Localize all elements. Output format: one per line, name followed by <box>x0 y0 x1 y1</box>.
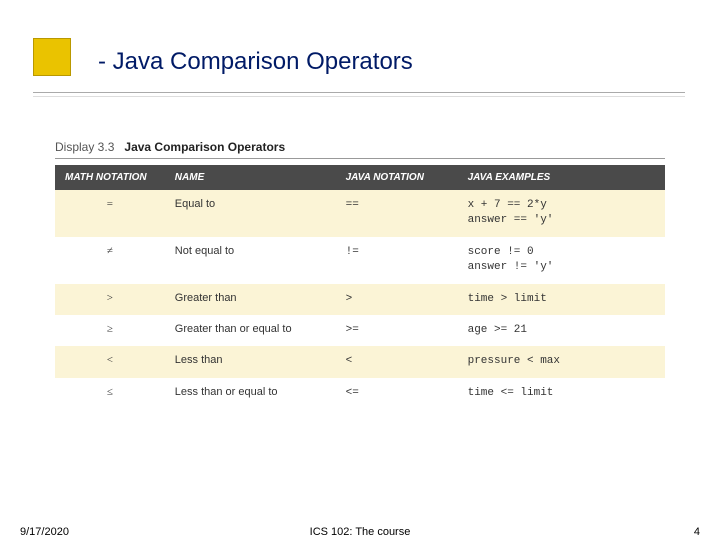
cell-java: != <box>336 237 458 284</box>
table-row: ≤ Less than or equal to <= time <= limit <box>55 378 665 409</box>
table-row: = Equal to == x + 7 == 2*y answer == 'y' <box>55 190 665 237</box>
caption-rule <box>55 158 665 159</box>
table-row: ≠ Not equal to != score != 0 answer != '… <box>55 237 665 284</box>
caption-prefix: Display 3.3 <box>55 140 114 154</box>
cell-java: < <box>336 346 458 377</box>
cell-example: pressure < max <box>458 346 665 377</box>
footer-page: 4 <box>694 526 700 538</box>
cell-example: age >= 21 <box>458 315 665 346</box>
cell-example: x + 7 == 2*y answer == 'y' <box>458 190 665 237</box>
cell-math: ≠ <box>55 237 165 284</box>
cell-java: <= <box>336 378 458 409</box>
figure-caption: Display 3.3 Java Comparison Operators <box>55 140 665 154</box>
cell-example: time > limit <box>458 284 665 315</box>
cell-name: Greater than <box>165 284 336 315</box>
cell-math: = <box>55 190 165 237</box>
header-examples: JAVA EXAMPLES <box>458 165 665 190</box>
accent-box <box>33 38 71 76</box>
table-row: < Less than < pressure < max <box>55 346 665 377</box>
cell-example: time <= limit <box>458 378 665 409</box>
cell-name: Equal to <box>165 190 336 237</box>
title-rule <box>33 92 685 93</box>
cell-example: score != 0 answer != 'y' <box>458 237 665 284</box>
operators-table: MATH NOTATION NAME JAVA NOTATION JAVA EX… <box>55 165 665 409</box>
footer-course: ICS 102: The course <box>0 526 720 538</box>
cell-math: ≤ <box>55 378 165 409</box>
cell-java: >= <box>336 315 458 346</box>
table-row: ≥ Greater than or equal to >= age >= 21 <box>55 315 665 346</box>
caption-title: Java Comparison Operators <box>124 140 285 154</box>
cell-java: > <box>336 284 458 315</box>
cell-java: == <box>336 190 458 237</box>
cell-name: Greater than or equal to <box>165 315 336 346</box>
title-rule-shadow <box>33 96 685 97</box>
cell-name: Less than <box>165 346 336 377</box>
slide-title: - Java Comparison Operators <box>98 48 413 76</box>
header-name: NAME <box>165 165 336 190</box>
table-row: > Greater than > time > limit <box>55 284 665 315</box>
cell-name: Not equal to <box>165 237 336 284</box>
cell-math: > <box>55 284 165 315</box>
table-header-row: MATH NOTATION NAME JAVA NOTATION JAVA EX… <box>55 165 665 190</box>
header-math: MATH NOTATION <box>55 165 165 190</box>
cell-math: ≥ <box>55 315 165 346</box>
figure: Display 3.3 Java Comparison Operators MA… <box>55 140 665 409</box>
cell-name: Less than or equal to <box>165 378 336 409</box>
slide: - Java Comparison Operators Display 3.3 … <box>0 0 720 540</box>
cell-math: < <box>55 346 165 377</box>
header-java: JAVA NOTATION <box>336 165 458 190</box>
